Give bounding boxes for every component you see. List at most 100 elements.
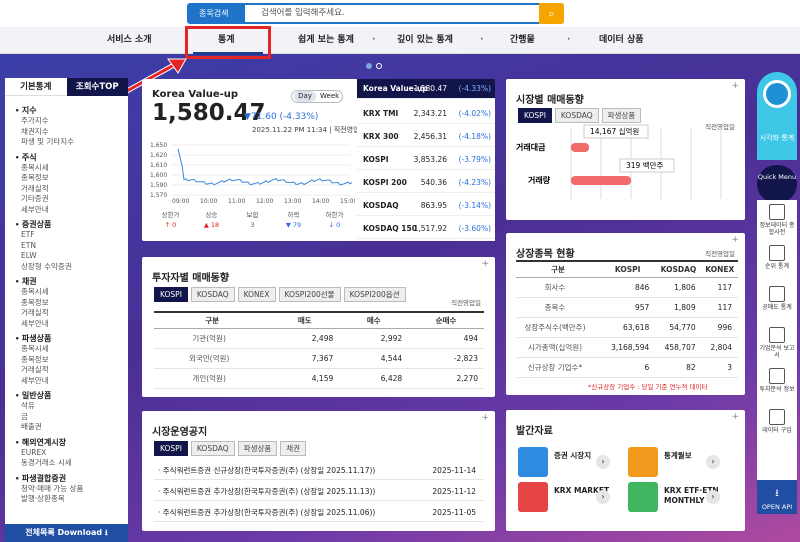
index-row[interactable]: KRX TMI 2,343.21 (-4.02%): [357, 104, 495, 124]
index-row[interactable]: KOSPI 200 540.36 (-4.23%): [357, 173, 495, 193]
stat-item: 하락 ▼ 79: [285, 211, 302, 229]
tab-0[interactable]: KOSPI: [154, 287, 188, 302]
sidebar-group-title[interactable]: 파생상품: [15, 334, 128, 344]
plus-icon[interactable]: +: [731, 412, 739, 422]
sidebar-group-title[interactable]: 해외연계시장: [15, 438, 128, 448]
sidebar-group-title[interactable]: 지수: [15, 106, 128, 116]
nav-deep-statistics[interactable]: 깊이 있는 통계: [397, 27, 453, 54]
sidebar-item[interactable]: 거래실적: [15, 365, 128, 376]
sidebar-item[interactable]: 청약·매매 가능 상품: [15, 484, 128, 495]
sidebar-item[interactable]: 세부안내: [15, 376, 128, 387]
pub-item[interactable]: KRX MARKET ›: [518, 482, 618, 518]
sidebar-item[interactable]: 채권지수: [15, 127, 128, 138]
search-icon[interactable]: ⌕: [539, 3, 564, 24]
quick-menu-toggle[interactable]: Quick Menu: [757, 165, 797, 203]
prev-day-tag: 직전영업일: [451, 299, 481, 307]
sidebar-item[interactable]: 종목정보: [15, 355, 128, 366]
sidebar-item[interactable]: 세부안내: [15, 319, 128, 330]
sidebar-item[interactable]: 석유: [15, 401, 128, 412]
sidebar-group-title[interactable]: 일반상품: [15, 391, 128, 401]
index-row[interactable]: KOSDAQ 150 1,517.92 (-3.60%): [357, 219, 495, 239]
plus-icon[interactable]: +: [481, 259, 489, 269]
sidebar-item[interactable]: 동경거래소 시세: [15, 458, 128, 469]
notice-row[interactable]: · 주식워런트증권 추가상장(한국투자증권(주) (상장일 2025.11.13…: [154, 482, 484, 501]
side-menu-item[interactable]: 순위 통계: [757, 241, 797, 282]
sidebar-item[interactable]: 파생 및 기타지수: [15, 137, 128, 148]
nav-easy-statistics[interactable]: 쉽게 보는 통계: [298, 27, 354, 54]
pub-item[interactable]: 증권 시장지 ›: [518, 447, 618, 483]
tab-4[interactable]: KOSPI200옵션: [343, 287, 406, 302]
notice-row[interactable]: · 주식워런트증권 신규상장(한국투자증권(주) (상장일 2025.11.17…: [154, 461, 484, 480]
index-row[interactable]: Korea Value-up 1,580.47 (-4.33%): [357, 79, 495, 99]
tab-1[interactable]: KOSDAQ: [190, 287, 235, 302]
sidebar-item[interactable]: ELW: [15, 251, 128, 262]
side-menu-item[interactable]: 정보데이터 종합사전: [757, 200, 797, 241]
download-all-button[interactable]: 전체목록 Download ⭳: [5, 524, 128, 542]
tab-2[interactable]: KONEX: [237, 287, 276, 302]
search-bar[interactable]: 종목검색 검색어를 입력해주세요. ⌕: [187, 3, 564, 24]
tab-0[interactable]: KOSPI: [154, 441, 188, 456]
sidebar-item[interactable]: 상장형 수익증권: [15, 262, 128, 273]
chevron-right-icon[interactable]: ›: [706, 490, 720, 504]
sidebar-group-title[interactable]: 채권: [15, 277, 128, 287]
sidebar-item[interactable]: 종목정보: [15, 173, 128, 184]
tab-3[interactable]: 채권: [280, 441, 307, 456]
sidebar-item[interactable]: 배출권: [15, 422, 128, 433]
sidebar-group-title[interactable]: 파생결합증권: [15, 474, 128, 484]
chevron-right-icon[interactable]: ›: [596, 455, 610, 469]
sidebar-item[interactable]: 금: [15, 412, 128, 423]
sidebar-group-title[interactable]: 증권상품: [15, 220, 128, 230]
notice-row[interactable]: · 주식워런트증권 추가상장(한국투자증권(주) (상장일 2025.11.06…: [154, 503, 484, 522]
side-menu-item[interactable]: 공매도 통계: [757, 282, 797, 323]
market-title: 시장별 매매동향: [516, 95, 584, 106]
tab-2[interactable]: 파생상품: [237, 441, 278, 456]
sidebar-item[interactable]: 종목시세: [15, 163, 128, 174]
pub-item[interactable]: KRX ETF·ETN MONTHLY ›: [628, 482, 728, 518]
nav-publications[interactable]: 간행물: [510, 27, 535, 54]
chevron-right-icon[interactable]: ›: [596, 490, 610, 504]
sidebar-item[interactable]: ETF: [15, 230, 128, 241]
sidebar-item[interactable]: 세부안내: [15, 205, 128, 216]
chevron-right-icon[interactable]: ›: [706, 455, 720, 469]
sidebar-item[interactable]: 종목시세: [15, 287, 128, 298]
investor-tabs: KOSPI KOSDAQ KONEX KOSPI200선물 KOSPI200옵션: [154, 287, 406, 302]
plus-icon[interactable]: +: [731, 81, 739, 91]
sidebar-item[interactable]: 기타증권: [15, 194, 128, 205]
plus-icon[interactable]: +: [731, 235, 739, 245]
index-row[interactable]: KOSDAQ 863.95 (-3.14%): [357, 196, 495, 216]
plus-icon[interactable]: +: [481, 413, 489, 423]
y-tick-label: 1,620: [150, 152, 167, 159]
tab-basic-statistics[interactable]: 기본통계: [5, 78, 67, 96]
index-row[interactable]: KRX 300 2,456.31 (-4.18%): [357, 127, 495, 147]
search-category-select[interactable]: 종목검색: [189, 5, 245, 22]
nav-service-intro[interactable]: 서비스 소개: [107, 27, 152, 54]
open-api-button[interactable]: ⭳ OPEN API: [757, 480, 797, 514]
tab-1[interactable]: KOSDAQ: [190, 441, 235, 456]
nav-data-products[interactable]: 데이터 상품: [599, 27, 644, 54]
week-toggle[interactable]: Week: [320, 91, 339, 102]
notice-tabs: KOSPI KOSDAQ 파생상품 채권: [154, 441, 307, 456]
side-menu-item[interactable]: 투자분석 정보: [757, 364, 797, 405]
listed-table: 구분 KOSPI KOSDAQ KONEX 회사수 846 1,806 117 종목수 957 1,…: [516, 260, 738, 378]
sidebar-item[interactable]: 거래실적: [15, 184, 128, 195]
day-toggle[interactable]: Day: [294, 91, 316, 102]
side-menu-item[interactable]: 데이터 구입: [757, 405, 797, 446]
pub-item[interactable]: 통계월보 ›: [628, 447, 728, 483]
search-input[interactable]: 검색어를 입력해주세요.: [261, 5, 345, 22]
sidebar-group-title[interactable]: 주식: [15, 153, 128, 163]
sidebar-item[interactable]: 발행·상환종목: [15, 494, 128, 505]
stat-item: 상한가 ↑ 0: [161, 211, 180, 229]
tab-top-views[interactable]: 조회수TOP: [66, 78, 128, 96]
sidebar-item[interactable]: 종목시세: [15, 344, 128, 355]
sidebar-item[interactable]: 종목정보: [15, 298, 128, 309]
period-toggle[interactable]: Day Week: [291, 90, 343, 103]
carousel-pager[interactable]: [366, 62, 386, 70]
sidebar-item[interactable]: 거래실적: [15, 308, 128, 319]
visual-stats-button[interactable]: 시각화 통계: [757, 72, 797, 160]
sidebar-item[interactable]: ETN: [15, 241, 128, 252]
sidebar-item[interactable]: 주가지수: [15, 116, 128, 127]
sidebar-item[interactable]: EUREX: [15, 448, 128, 459]
index-row[interactable]: KOSPI 3,853.26 (-3.79%): [357, 150, 495, 170]
side-menu-item[interactable]: 기업분석 보고서: [757, 323, 797, 364]
tab-3[interactable]: KOSPI200선물: [278, 287, 341, 302]
